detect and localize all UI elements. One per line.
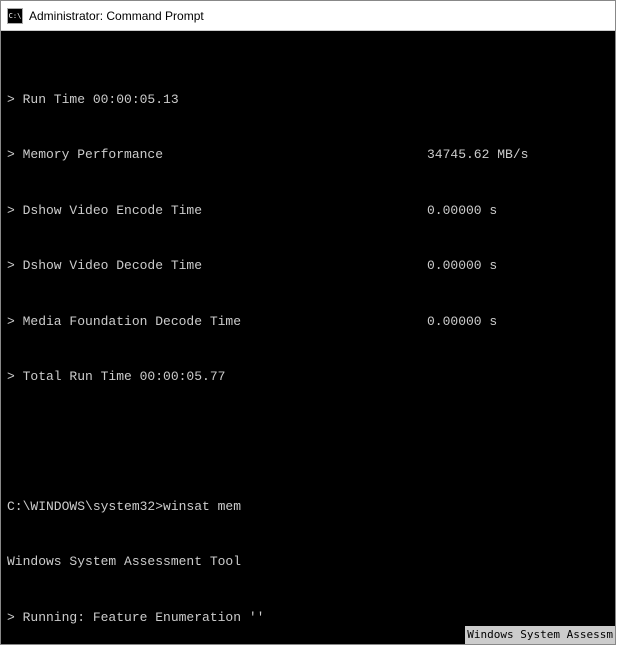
metric-value: 0.00000 s [427,313,497,332]
metric-value: 34745.62 MB/s [427,146,528,165]
titlebar[interactable]: Administrator: Command Prompt [1,1,615,31]
prompt-line: C:\WINDOWS\system32>winsat mem [7,498,609,517]
window-title: Administrator: Command Prompt [29,9,204,23]
output-line: > Media Foundation Decode Time0.00000 s [7,313,609,332]
metric-label: > Media Foundation Decode Time [7,313,427,332]
terminal-output[interactable]: > Run Time 00:00:05.13 > Memory Performa… [1,31,615,644]
metric-label: > Memory Performance [7,146,427,165]
output-line: > Run Time 00:00:05.13 [7,91,609,110]
metric-value: 0.00000 s [427,257,497,276]
blank-line [7,424,609,443]
footer-artifact: Windows System Assessm [465,626,615,645]
output-line: Windows System Assessment Tool [7,553,609,572]
metric-value: 0.00000 s [427,202,497,221]
output-line: > Dshow Video Encode Time0.00000 s [7,202,609,221]
output-line: > Dshow Video Decode Time0.00000 s [7,257,609,276]
output-line: > Memory Performance34745.62 MB/s [7,146,609,165]
metric-label: > Dshow Video Encode Time [7,202,427,221]
output-line: > Total Run Time 00:00:05.77 [7,368,609,387]
cmd-icon [7,8,23,24]
cmd-window: Administrator: Command Prompt > Run Time… [0,0,616,645]
output-line: > Running: Feature Enumeration '' [7,609,609,628]
metric-label: > Dshow Video Decode Time [7,257,427,276]
